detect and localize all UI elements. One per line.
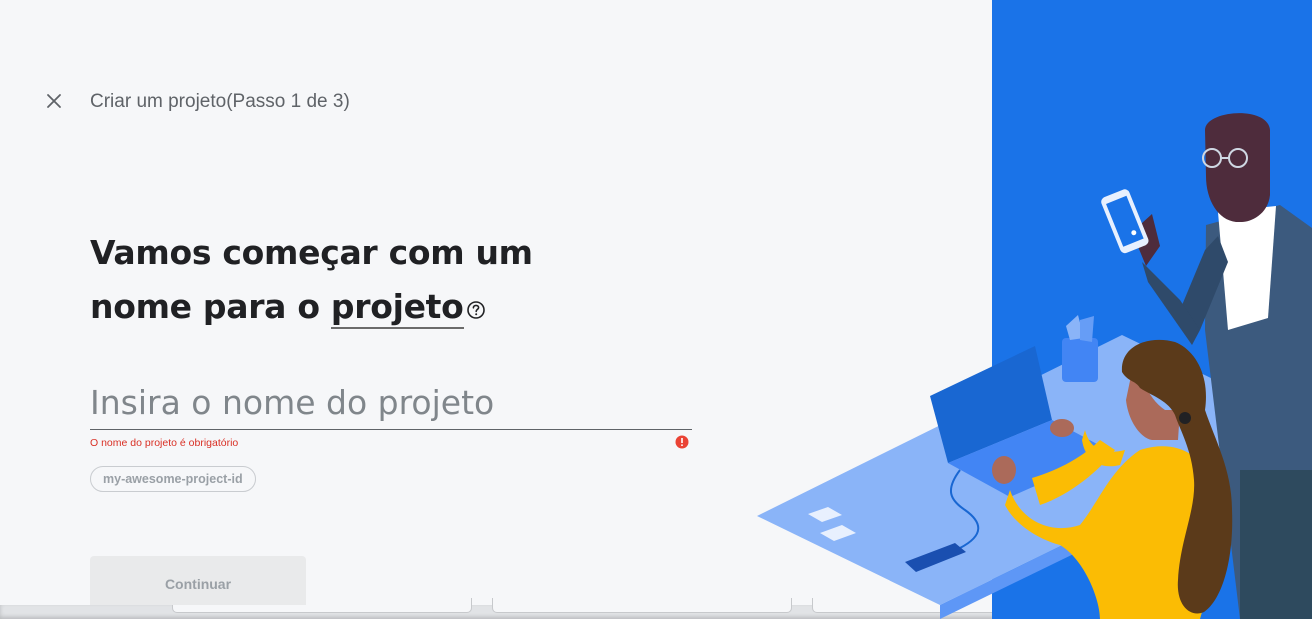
headline-prefix: nome para o xyxy=(90,287,331,326)
project-name-input[interactable] xyxy=(90,376,692,430)
continue-button[interactable]: Continuar xyxy=(90,556,306,605)
page-headline: Vamos começar com um nome para o projeto xyxy=(90,226,533,336)
error-message: O nome do projeto é obrigatório xyxy=(90,437,239,449)
project-term-link[interactable]: projeto xyxy=(330,287,464,329)
hero-illustration xyxy=(757,0,1312,619)
dialog-title: Criar um projeto(Passo 1 de 3) xyxy=(90,91,350,112)
headline-line-2: nome para o projeto xyxy=(90,280,533,336)
project-id-chip[interactable]: my-awesome-project-id xyxy=(90,466,256,492)
error-icon xyxy=(675,435,689,454)
close-button[interactable] xyxy=(43,90,65,112)
close-icon xyxy=(47,94,61,108)
help-circle-icon[interactable] xyxy=(466,282,486,336)
headline-line-1: Vamos começar com um xyxy=(90,233,533,272)
